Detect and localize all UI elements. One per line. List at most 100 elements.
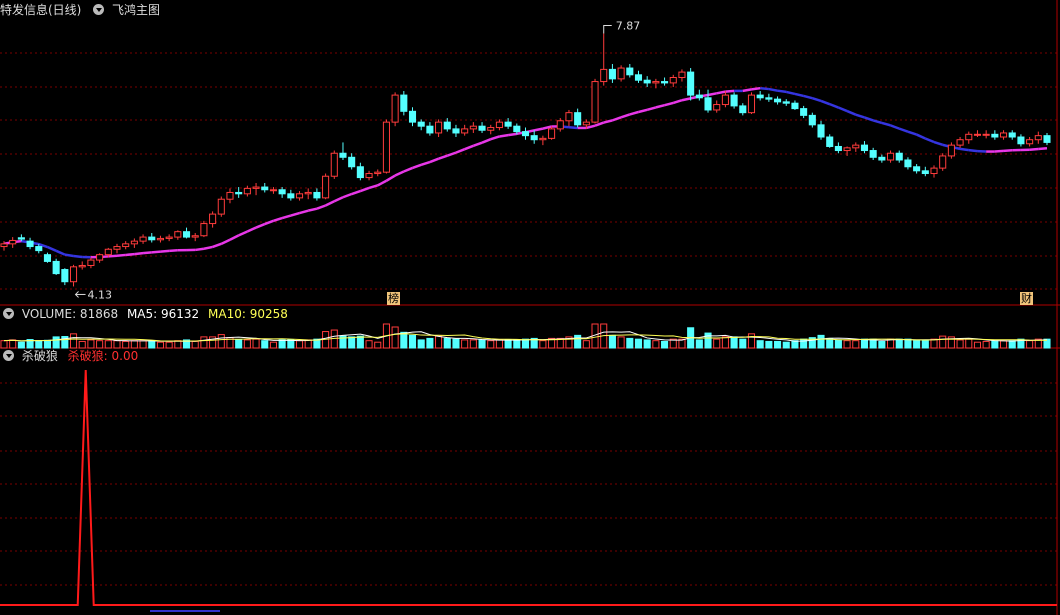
candle-body [287, 193, 295, 199]
volume-bar [626, 337, 634, 349]
ma-line-down [959, 147, 969, 152]
volume-bar [130, 340, 138, 349]
main-chart-header: 特发信息(日线) 飞鸿主图 [0, 2, 168, 18]
volume-bar [269, 341, 277, 349]
ma-line-up [594, 121, 605, 127]
candle-body [139, 236, 147, 242]
ma-line-up [377, 179, 388, 187]
volume-header: VOLUME: 81868 MA5: 96132 MA10: 90258 [0, 306, 296, 322]
ma-line-up [403, 166, 413, 173]
volume-bar [782, 341, 790, 349]
ma-line-up [464, 144, 474, 151]
ma-line-up [420, 160, 431, 166]
volume-bar [252, 338, 260, 349]
candle-body [869, 150, 877, 158]
candle-body [130, 240, 138, 245]
volume-bar [200, 336, 208, 349]
candle-body [1017, 136, 1025, 145]
candle-body [278, 189, 286, 195]
volume-dropdown-icon[interactable] [3, 308, 14, 319]
ma-line-up [499, 133, 509, 138]
candle-body [174, 231, 182, 238]
volume-bar [365, 340, 373, 349]
candle-body [87, 259, 95, 266]
candle-body [565, 112, 573, 122]
candle-body [304, 191, 312, 195]
candle-body [713, 104, 721, 111]
candle-body [469, 125, 477, 130]
candle-body [243, 187, 251, 195]
volume-bar [35, 340, 43, 349]
candle-body [443, 121, 451, 130]
volume-bar [756, 340, 764, 349]
candle-body [78, 264, 86, 268]
volume-bar [652, 340, 660, 349]
ma-line-up [446, 151, 457, 157]
ma-line-up [195, 247, 205, 252]
volume-bar [504, 339, 512, 349]
candle-body [209, 213, 217, 225]
candle-body [956, 139, 964, 146]
ma-line-up [160, 249, 170, 253]
candle-body [800, 108, 808, 116]
ma-line-up [142, 251, 152, 255]
ma-line-up [212, 242, 222, 249]
volume-bar [156, 341, 164, 349]
volume-ma10: MA10: 90258 [208, 307, 288, 321]
candle-body [878, 156, 886, 161]
candle-body [26, 240, 34, 248]
candle-body [330, 152, 338, 177]
oscillator-dropdown-icon[interactable] [3, 350, 14, 361]
volume-bar [148, 340, 156, 349]
volume-bar [278, 339, 286, 349]
stock-title: 特发信息(日线) [0, 3, 82, 17]
volume-bar [0, 340, 8, 349]
volume-bar [608, 334, 616, 349]
candle-body [35, 246, 43, 252]
ma-line-up [394, 170, 405, 177]
ma-line-up [333, 196, 344, 203]
candle-body [913, 166, 921, 172]
volume-bar [113, 340, 121, 349]
volume-bar [643, 339, 651, 349]
ma-line-up [994, 149, 1004, 153]
ma-line-up [116, 253, 126, 257]
ma-line-down [777, 89, 787, 94]
finance-tag-marker[interactable]: 财 [1020, 292, 1033, 305]
high-price-pointer [603, 25, 612, 34]
volume-bar [348, 336, 356, 349]
volume-bar [634, 338, 643, 349]
volume-bar [217, 334, 225, 349]
indicator-dropdown-icon[interactable] [93, 4, 105, 15]
ma-line-down [872, 119, 883, 125]
candle-body [643, 79, 651, 84]
main-indicator-name[interactable]: 飞鸿主图 [112, 3, 160, 17]
ma-line-up [707, 92, 717, 97]
ma-line-down [768, 87, 778, 92]
ma-line-up [203, 245, 213, 251]
candle-body [148, 236, 156, 241]
volume-bar [408, 334, 417, 349]
candle-body [374, 171, 382, 175]
oscillator-header: 杀破狼 杀破狼: 0.00 [0, 348, 146, 364]
volume-bar [895, 338, 903, 349]
candle-body [669, 77, 677, 84]
oscillator-value: 杀破狼: 0.00 [67, 349, 139, 363]
volume-bar [235, 339, 243, 349]
volume-bar [695, 339, 703, 349]
candle-body [322, 175, 330, 199]
candle-body [887, 152, 895, 161]
candle-body [235, 191, 243, 195]
volume-bar [765, 340, 773, 349]
volume-bar [939, 335, 947, 349]
ma-line-up [612, 116, 622, 122]
candle-body [817, 124, 825, 138]
volume-bar [878, 340, 886, 349]
volume-bar [521, 338, 530, 349]
list-tag-marker[interactable]: 榜 [387, 292, 400, 305]
candle-body [382, 121, 390, 173]
candle-body [582, 121, 590, 126]
ma-line-down [855, 113, 865, 119]
ma-line-down [785, 90, 796, 96]
volume-bar [999, 340, 1008, 349]
